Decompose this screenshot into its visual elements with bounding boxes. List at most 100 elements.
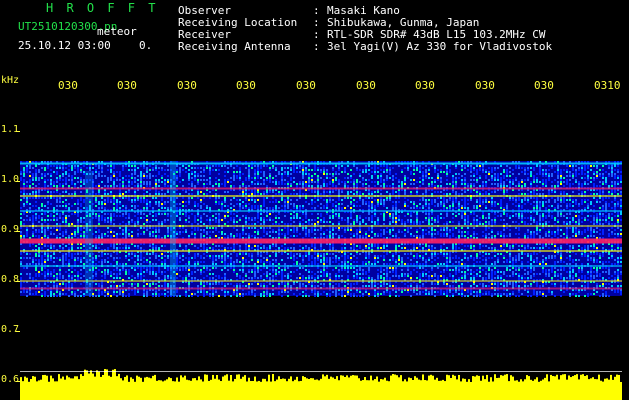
noise-pixel	[377, 171, 379, 173]
noise-pixel	[383, 181, 385, 183]
noise-pixel	[494, 169, 496, 171]
noise-pixel	[440, 179, 442, 181]
noise-pixel	[254, 205, 256, 207]
noise-pixel	[575, 233, 577, 235]
noise-pixel	[503, 181, 505, 183]
noise-pixel	[290, 203, 292, 205]
noise-pixel	[434, 185, 436, 187]
noise-pixel	[614, 215, 616, 217]
noise-pixel	[194, 185, 196, 187]
noise-pixel	[500, 183, 502, 185]
noise-pixel	[512, 179, 514, 181]
noise-pixel	[566, 203, 568, 205]
noise-pixel	[443, 235, 445, 237]
noise-pixel	[431, 177, 433, 179]
noise-pixel	[224, 205, 226, 207]
noise-pixel	[161, 207, 163, 209]
noise-pixel	[248, 177, 250, 179]
noise-pixel	[65, 173, 67, 175]
noise-pixel	[599, 215, 601, 217]
noise-pixel	[452, 179, 454, 181]
noise-pixel	[524, 203, 526, 205]
noise-pixel	[140, 197, 142, 199]
noise-pixel	[188, 215, 190, 217]
noise-pixel	[263, 171, 265, 173]
noise-pixel	[179, 167, 181, 169]
noise-pixel	[359, 175, 361, 177]
noise-pixel	[116, 203, 118, 205]
noise-pixel	[29, 217, 31, 219]
noise-pixel	[74, 203, 76, 205]
noise-pixel	[59, 179, 61, 181]
noise-pixel	[560, 197, 562, 199]
noise-pixel	[395, 215, 397, 217]
noise-pixel	[425, 233, 427, 235]
noise-pixel	[194, 171, 196, 173]
noise-pixel	[71, 197, 73, 199]
noise-pixel	[155, 181, 157, 183]
noise-pixel	[263, 181, 265, 183]
noise-pixel	[158, 235, 160, 237]
noise-pixel	[446, 227, 448, 229]
noise-pixel	[203, 169, 205, 171]
noise-pixel	[143, 223, 145, 225]
noise-pixel	[47, 219, 49, 221]
noise-pixel	[296, 193, 298, 195]
noise-pixel	[203, 179, 205, 181]
noise-pixel	[470, 171, 472, 173]
noise-pixel	[251, 191, 253, 193]
noise-pixel	[422, 171, 424, 173]
noise-pixel	[572, 183, 574, 185]
noise-pixel	[581, 231, 583, 233]
noise-pixel	[215, 227, 217, 229]
noise-pixel	[71, 193, 73, 195]
noise-pixel	[344, 227, 346, 229]
noise-pixel	[557, 197, 559, 199]
noise-pixel	[59, 165, 61, 167]
noise-pixel	[347, 165, 349, 167]
noise-pixel	[374, 205, 376, 207]
noise-pixel	[437, 173, 439, 175]
noise-pixel	[461, 207, 463, 209]
noise-pixel	[476, 223, 478, 225]
noise-pixel	[512, 247, 514, 249]
noise-pixel	[482, 245, 484, 247]
noise-pixel	[305, 213, 307, 215]
noise-pixel	[515, 221, 517, 223]
noise-pixel	[587, 199, 589, 201]
noise-pixel	[410, 219, 412, 221]
noise-pixel	[278, 171, 280, 173]
noise-pixel	[26, 199, 28, 201]
noise-pixel	[38, 169, 40, 171]
noise-pixel	[407, 221, 409, 223]
noise-pixel	[152, 233, 154, 235]
noise-pixel	[368, 219, 370, 221]
noise-pixel	[569, 171, 571, 173]
noise-pixel	[464, 197, 466, 199]
noise-pixel	[125, 217, 127, 219]
noise-pixel	[26, 197, 28, 199]
noise-pixel	[233, 245, 235, 247]
noise-pixel	[509, 245, 511, 247]
noise-pixel	[392, 217, 394, 219]
noise-pixel	[116, 177, 118, 179]
noise-pixel	[536, 177, 538, 179]
noise-pixel	[218, 185, 220, 187]
noise-pixel	[539, 217, 541, 219]
noise-pixel	[386, 177, 388, 179]
noise-pixel	[263, 201, 265, 203]
noise-pixel	[482, 185, 484, 187]
noise-pixel	[539, 205, 541, 207]
noise-pixel	[353, 183, 355, 185]
noise-pixel	[194, 203, 196, 205]
noise-pixel	[350, 169, 352, 171]
noise-pixel	[74, 167, 76, 169]
noise-pixel	[548, 221, 550, 223]
noise-pixel	[146, 167, 148, 169]
noise-pixel	[140, 181, 142, 183]
noise-pixel	[383, 165, 385, 167]
noise-pixel	[383, 213, 385, 215]
noise-pixel	[404, 215, 406, 217]
noise-pixel	[218, 197, 220, 199]
noise-pixel	[557, 169, 559, 171]
